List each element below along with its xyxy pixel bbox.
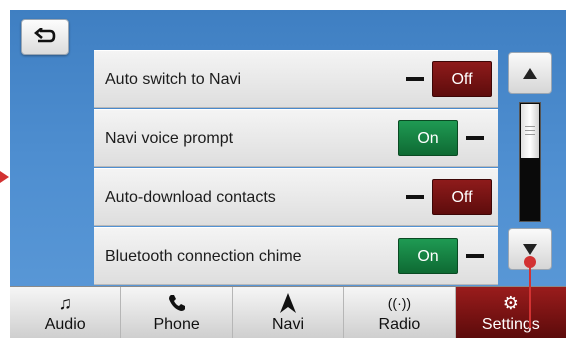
setting-row-bluetooth-chime: Bluetooth connection chime On — [94, 227, 498, 285]
nav-label: Navi — [272, 315, 305, 333]
gears-icon: ⚙ — [502, 292, 519, 313]
thumb-grip-line — [525, 126, 535, 127]
nav-label: Radio — [378, 315, 421, 333]
scroll-up-button[interactable] — [508, 52, 552, 94]
toggle-auto-switch-navi[interactable]: Off — [398, 61, 492, 97]
callout-pointer-line — [529, 266, 531, 328]
triangle-up-icon — [523, 67, 537, 79]
toggle-track — [406, 77, 424, 81]
nav-tab-phone[interactable]: Phone — [121, 287, 233, 338]
nav-label: Audio — [44, 315, 86, 333]
setting-label: Bluetooth connection chime — [105, 248, 302, 265]
thumb-grip-line — [525, 130, 535, 131]
toggle-track — [406, 195, 424, 199]
nav-tab-audio[interactable]: ♫ Audio — [10, 287, 122, 338]
toggle-track — [466, 254, 484, 258]
music-note-icon: ♫ — [58, 292, 72, 313]
settings-screen: Auto switch to Navi Off Navi voice promp… — [10, 10, 566, 338]
toggle-bluetooth-chime[interactable]: On — [398, 238, 492, 274]
navigation-arrow-icon — [280, 292, 297, 314]
thumb-grip-line — [525, 134, 535, 135]
triangle-down-icon — [523, 243, 537, 255]
setting-label: Auto-download contacts — [105, 189, 276, 206]
nav-label: Phone — [153, 315, 200, 333]
toggle-auto-download-contacts[interactable]: Off — [398, 179, 492, 215]
bottom-nav-bar: ♫ Audio Phone Navi ((·)) Radio ⚙ Setting… — [10, 286, 566, 338]
setting-label: Auto switch to Navi — [105, 71, 242, 88]
setting-row-auto-switch-navi: Auto switch to Navi Off — [94, 50, 498, 108]
callout-pointer-dot — [524, 256, 536, 268]
toggle-state: On — [398, 238, 458, 274]
radio-antenna-icon: ((·)) — [387, 294, 412, 311]
settings-list: Auto switch to Navi Off Navi voice promp… — [94, 50, 498, 286]
toggle-state: Off — [432, 61, 492, 97]
toggle-navi-voice-prompt[interactable]: On — [398, 120, 492, 156]
nav-tab-radio[interactable]: ((·)) Radio — [344, 287, 456, 338]
setting-row-navi-voice-prompt: Navi voice prompt On — [94, 109, 498, 167]
scrollbar-track[interactable] — [519, 102, 541, 222]
scrollbar-thumb[interactable] — [521, 104, 539, 158]
setting-label: Navi voice prompt — [105, 130, 234, 147]
toggle-state: Off — [432, 179, 492, 215]
toggle-track — [466, 136, 484, 140]
toggle-state: On — [398, 120, 458, 156]
nav-tab-navi[interactable]: Navi — [233, 287, 345, 338]
callout-pointer-left — [0, 171, 9, 183]
nav-tab-settings[interactable]: ⚙ Settings — [455, 287, 566, 338]
back-arrow-icon — [34, 28, 56, 43]
nav-label: Settings — [481, 315, 540, 333]
back-button[interactable] — [21, 19, 69, 55]
phone-icon — [168, 292, 186, 314]
setting-row-auto-download-contacts: Auto-download contacts Off — [94, 168, 498, 226]
